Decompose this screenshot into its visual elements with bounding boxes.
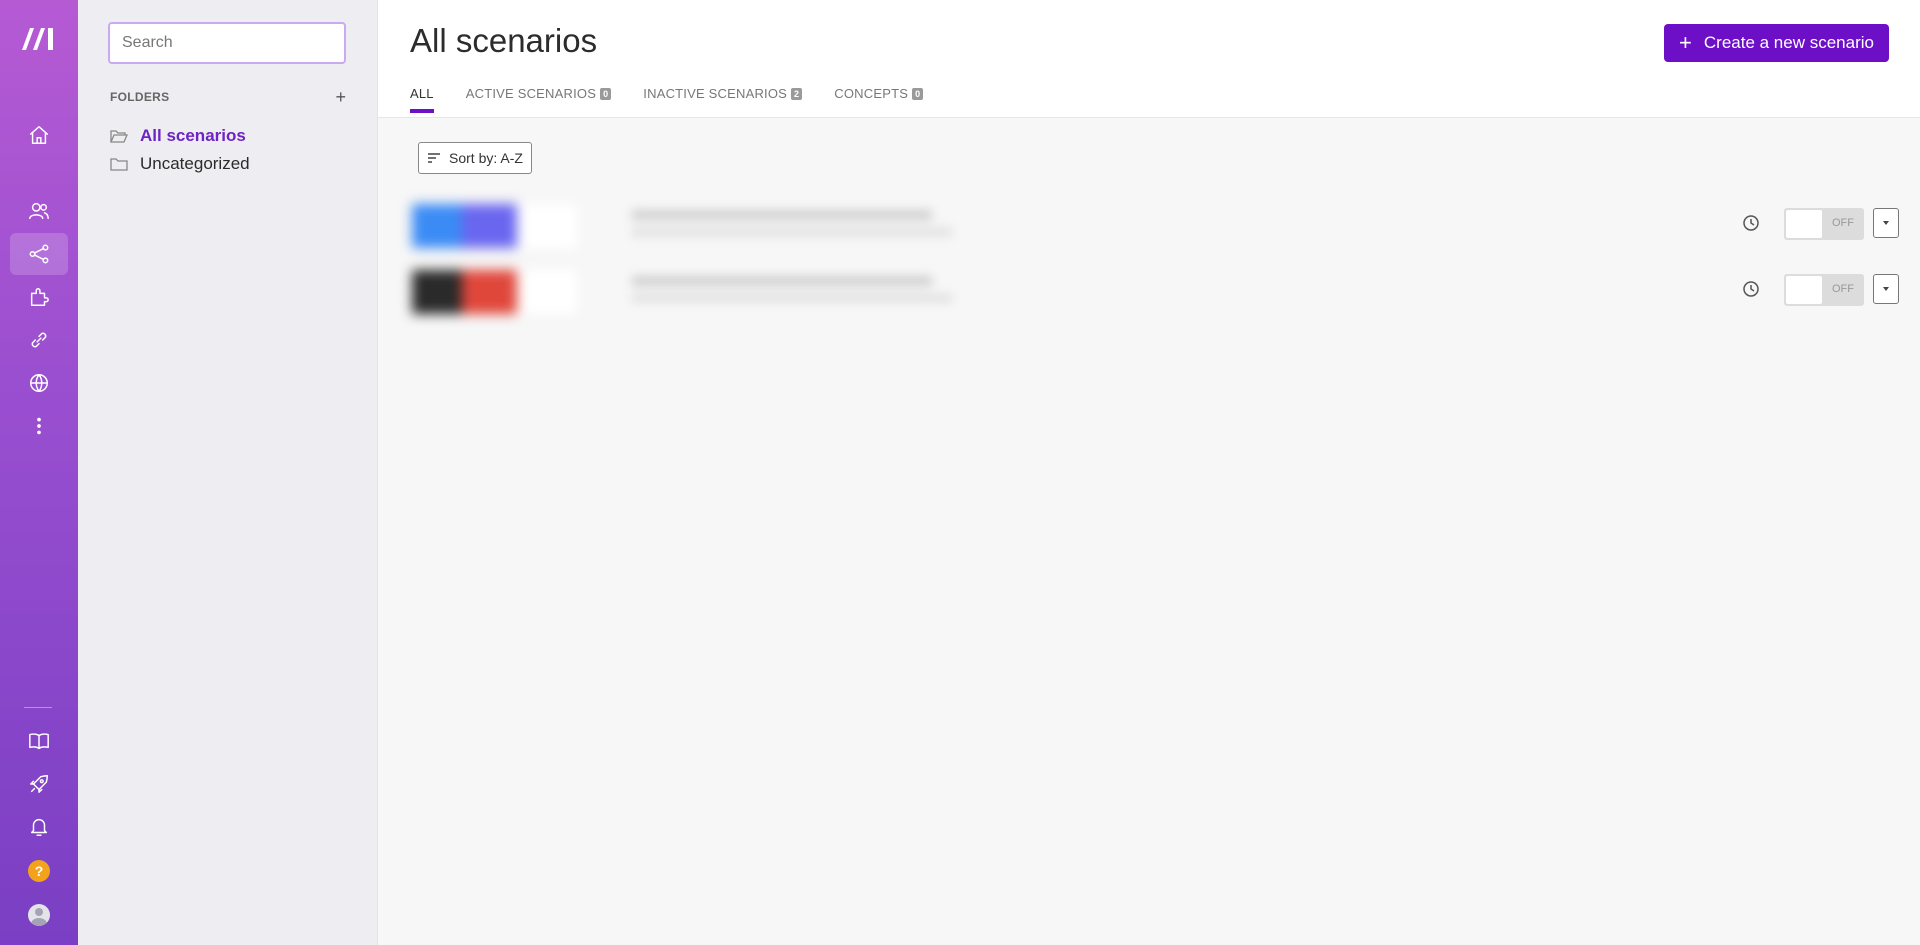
count-badge: 2 — [791, 87, 803, 100]
main-content: All scenarios + Create a new scenario AL… — [378, 0, 1920, 945]
apps-icon[interactable] — [10, 276, 68, 318]
create-scenario-button[interactable]: + Create a new scenario — [1664, 24, 1889, 62]
folder-open-icon — [110, 130, 128, 143]
scenario-options-dropdown[interactable] — [1873, 274, 1899, 304]
tab-label: CONCEPTS — [834, 86, 909, 101]
toggle-state-label: OFF — [1832, 283, 1854, 295]
toggle-state-label: OFF — [1832, 217, 1854, 229]
help-button[interactable]: ? — [10, 850, 68, 892]
folder-all-scenarios[interactable]: All scenarios — [110, 126, 246, 146]
folder-icon — [110, 158, 128, 171]
sort-icon — [428, 153, 440, 163]
search-input[interactable] — [108, 22, 346, 64]
tab-label: ALL — [410, 86, 434, 101]
scenario-tabs: ALL ACTIVE SCENARIOS 0 INACTIVE SCENARIO… — [410, 86, 924, 113]
scenario-name-redacted — [632, 276, 952, 312]
connections-icon[interactable] — [10, 319, 68, 361]
scenario-toggle[interactable]: OFF — [1784, 274, 1864, 306]
team-icon[interactable] — [10, 190, 68, 232]
bell-icon[interactable] — [10, 806, 68, 848]
plus-icon: + — [1679, 30, 1692, 55]
docs-icon[interactable] — [10, 720, 68, 762]
folder-uncategorized[interactable]: Uncategorized — [110, 154, 250, 174]
make-logo[interactable] — [20, 24, 58, 54]
create-scenario-label: Create a new scenario — [1703, 33, 1874, 52]
scenario-module-thumbnails — [412, 200, 612, 256]
folders-header: FOLDERS + — [110, 88, 346, 106]
rail-divider — [24, 707, 52, 708]
scenario-row[interactable]: OFF — [412, 266, 1899, 326]
tab-all[interactable]: ALL — [410, 86, 434, 113]
tab-active-scenarios[interactable]: ACTIVE SCENARIOS 0 — [466, 86, 612, 113]
folder-sidebar: FOLDERS + All scenarios Uncategorized — [78, 0, 378, 945]
app-rail: ? — [0, 0, 78, 945]
scenario-name-redacted — [632, 210, 952, 246]
count-badge: 0 — [912, 87, 924, 100]
help-icon: ? — [28, 860, 50, 882]
tab-inactive-scenarios[interactable]: INACTIVE SCENARIOS 2 — [643, 86, 803, 113]
rocket-icon[interactable] — [10, 763, 68, 805]
count-badge: 0 — [600, 87, 612, 100]
profile-button[interactable] — [10, 894, 68, 936]
avatar — [28, 904, 50, 926]
folder-label: All scenarios — [140, 126, 246, 145]
tab-concepts[interactable]: CONCEPTS 0 — [834, 86, 924, 113]
page-title: All scenarios — [410, 22, 598, 59]
page-header: All scenarios + Create a new scenario AL… — [378, 0, 1920, 118]
scenarios-icon[interactable] — [10, 233, 68, 275]
home-icon[interactable] — [10, 114, 68, 156]
sort-button[interactable]: Sort by: A-Z — [418, 142, 532, 174]
scenario-row[interactable]: OFF — [412, 200, 1899, 260]
webhooks-icon[interactable] — [10, 362, 68, 404]
tab-label: ACTIVE SCENARIOS — [465, 86, 597, 101]
tab-label: INACTIVE SCENARIOS — [643, 86, 788, 101]
folder-label: Uncategorized — [140, 154, 250, 173]
schedule-clock-icon[interactable] — [1742, 214, 1760, 232]
schedule-clock-icon[interactable] — [1742, 280, 1760, 298]
scenario-module-thumbnails — [412, 266, 612, 322]
add-folder-button[interactable]: + — [335, 88, 346, 106]
sort-label: Sort by: A-Z — [449, 150, 523, 166]
scenario-toggle[interactable]: OFF — [1784, 208, 1864, 240]
toggle-knob — [1786, 210, 1822, 238]
toggle-knob — [1786, 276, 1822, 304]
folders-label: FOLDERS — [110, 90, 170, 104]
more-icon[interactable] — [10, 405, 68, 447]
scenario-options-dropdown[interactable] — [1873, 208, 1899, 238]
